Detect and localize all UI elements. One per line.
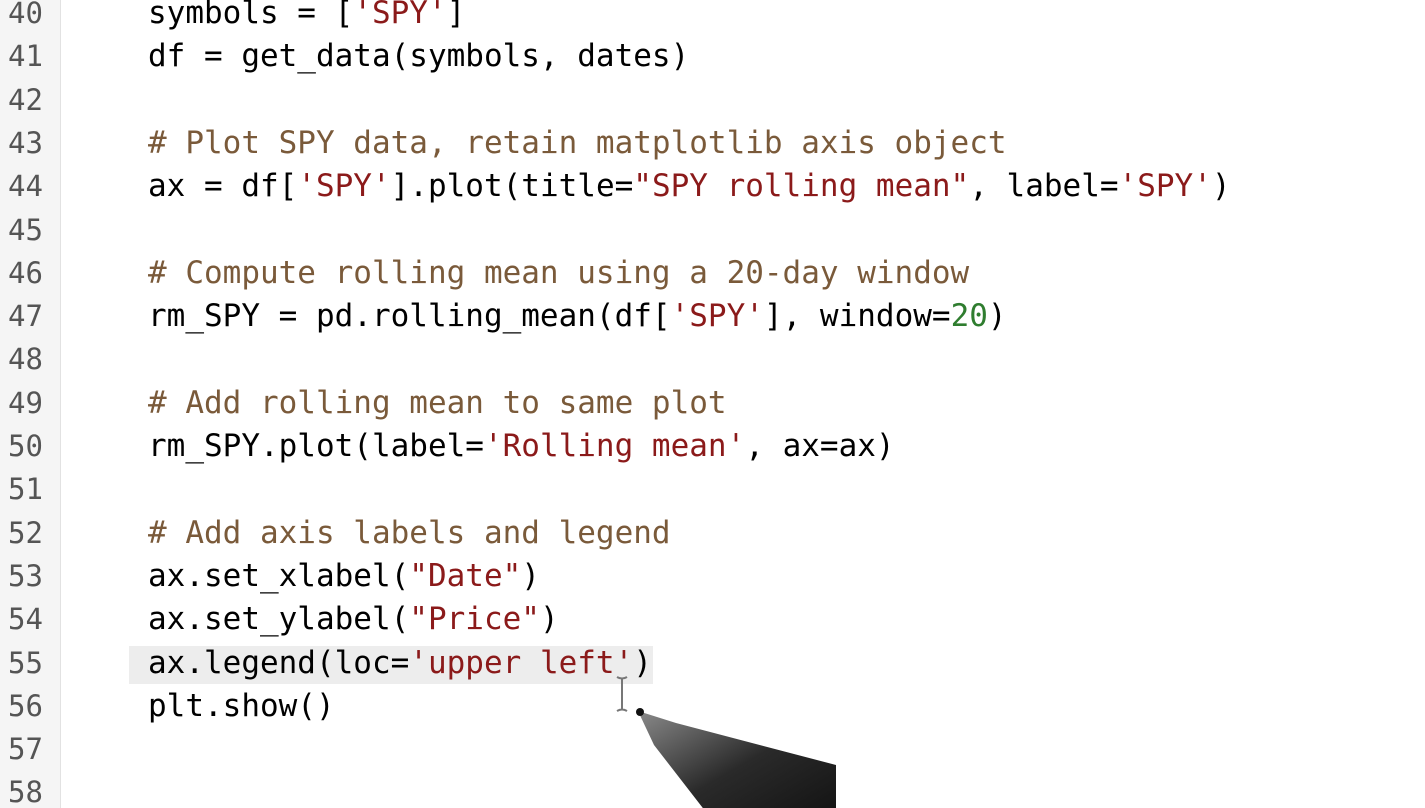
code-token-plain: ] <box>446 0 466 31</box>
code-text[interactable]: rm_SPY.plot(label='Rolling mean', ax=ax) <box>148 425 895 468</box>
code-line[interactable]: 52 # Add axis labels and legend <box>0 512 1425 555</box>
code-line[interactable]: 44 ax = df['SPY'].plot(title="SPY rolling… <box>0 165 1425 208</box>
code-token-plain: ].plot(title= <box>390 168 634 205</box>
code-token-plain: ], window= <box>763 298 951 335</box>
code-line[interactable]: 41 df = get_data(symbols, dates) <box>0 35 1425 78</box>
code-token-string: 'upper left' <box>409 644 634 681</box>
line-number: 53 <box>8 558 43 593</box>
code-line[interactable]: 46 # Compute rolling mean using a 20-day … <box>0 252 1425 295</box>
code-token-plain: , label= <box>969 168 1119 205</box>
code-token-string: 'SPY' <box>297 168 391 205</box>
line-number: 48 <box>8 342 43 377</box>
line-number: 45 <box>8 212 43 247</box>
code-line[interactable]: 40 symbols = ['SPY'] <box>0 0 1425 35</box>
code-text[interactable]: # Add rolling mean to same plot <box>148 382 727 425</box>
code-text[interactable]: ax.set_xlabel("Date") <box>148 555 540 598</box>
line-number: 40 <box>8 0 43 30</box>
code-line[interactable]: 51 <box>0 468 1425 511</box>
code-token-plain: ) <box>633 644 652 681</box>
code-line[interactable]: 49 # Add rolling mean to same plot <box>0 382 1425 425</box>
code-token-plain: ) <box>1211 168 1231 205</box>
code-line[interactable]: 43 # Plot SPY data, retain matplotlib axi… <box>0 122 1425 165</box>
code-line[interactable]: 42 <box>0 79 1425 122</box>
code-text[interactable]: symbols = ['SPY'] <box>148 0 465 35</box>
code-text[interactable]: ax.set_ylabel("Price") <box>148 598 559 641</box>
line-number: 58 <box>8 775 43 808</box>
code-token-comment: # Add rolling mean to same plot <box>148 384 727 421</box>
code-text[interactable]: ax = df['SPY'].plot(title="SPY rolling m… <box>148 165 1231 208</box>
code-text[interactable]: df = get_data(symbols, dates) <box>148 35 689 78</box>
line-number: 44 <box>8 169 43 204</box>
stylus-pencil-icon <box>636 708 836 808</box>
code-token-plain: ) <box>539 601 559 638</box>
code-token-plain: df = get_data(symbols, dates) <box>148 38 690 75</box>
code-line[interactable]: 54 ax.set_ylabel("Price") <box>0 598 1425 641</box>
code-token-plain: rm_SPY.plot(label= <box>148 428 484 464</box>
code-line[interactable]: 48 <box>0 338 1425 381</box>
code-token-comment: # Add axis labels and legend <box>148 514 671 551</box>
code-line[interactable]: 47 rm_SPY = pd.rolling_mean(df['SPY'], wi… <box>0 295 1425 338</box>
line-number: 42 <box>8 82 43 117</box>
code-token-comment: # Plot SPY data, retain matplotlib axis … <box>148 124 1007 161</box>
code-token-string: 'SPY' <box>670 298 764 335</box>
code-token-plain: plt.show() <box>148 687 335 724</box>
code-line[interactable]: 53 ax.set_xlabel("Date") <box>0 555 1425 598</box>
code-token-plain: ax.legend(loc= <box>148 644 410 681</box>
line-number: 43 <box>8 125 43 160</box>
code-text[interactable]: # Plot SPY data, retain matplotlib axis … <box>148 122 1007 165</box>
code-token-plain: ax.set_xlabel( <box>148 557 410 594</box>
code-line[interactable]: 55 ax.legend(loc='upper left') <box>0 642 1425 685</box>
line-number: 51 <box>8 472 43 507</box>
line-number: 50 <box>8 429 43 463</box>
code-token-plain: symbols = [ <box>148 0 354 31</box>
line-number: 55 <box>8 645 43 680</box>
code-token-plain: , ax=ax) <box>745 428 895 464</box>
code-editor[interactable]: 40 symbols = ['SPY'] 41 df = get_data(symbo… <box>0 0 1425 808</box>
line-number: 46 <box>8 255 43 290</box>
code-token-plain: ) <box>987 298 1007 335</box>
code-token-plain: ax = df[ <box>148 168 298 205</box>
line-number: 57 <box>8 732 43 767</box>
i-beam-cursor-icon <box>616 676 628 712</box>
line-number: 54 <box>8 602 43 637</box>
code-token-string: "Date" <box>409 557 522 594</box>
code-line[interactable]: 50 rm_SPY.plot(label='Rolling mean', ax=a… <box>0 425 1425 468</box>
code-token-string: 'SPY' <box>353 0 447 31</box>
code-text[interactable]: # Compute rolling mean using a 20-day wi… <box>148 252 969 295</box>
code-text[interactable]: plt.show() <box>148 685 335 728</box>
code-text[interactable]: rm_SPY = pd.rolling_mean(df['SPY'], wind… <box>148 295 1007 338</box>
code-token-plain: rm_SPY = pd.rolling_mean(df[ <box>148 298 671 335</box>
line-number: 49 <box>8 385 43 420</box>
code-token-string: "SPY rolling mean" <box>633 168 970 205</box>
code-token-comment: # Compute rolling mean using a 20-day wi… <box>148 254 970 291</box>
line-number: 47 <box>8 299 43 334</box>
code-token-string: 'SPY' <box>1118 168 1212 205</box>
code-text[interactable]: # Add axis labels and legend <box>148 512 671 555</box>
line-number: 56 <box>8 688 43 723</box>
code-token-plain: ax.set_ylabel( <box>148 601 410 638</box>
line-number: 52 <box>8 515 43 550</box>
code-line[interactable]: 45 <box>0 209 1425 252</box>
code-token-number: 20 <box>950 298 988 335</box>
code-token-plain: ) <box>521 557 540 594</box>
code-text[interactable]: ax.legend(loc='upper left') <box>148 642 652 685</box>
line-number: 41 <box>8 39 43 74</box>
code-token-string: "Price" <box>409 601 540 638</box>
code-token-string: 'Rolling mean' <box>483 428 746 464</box>
